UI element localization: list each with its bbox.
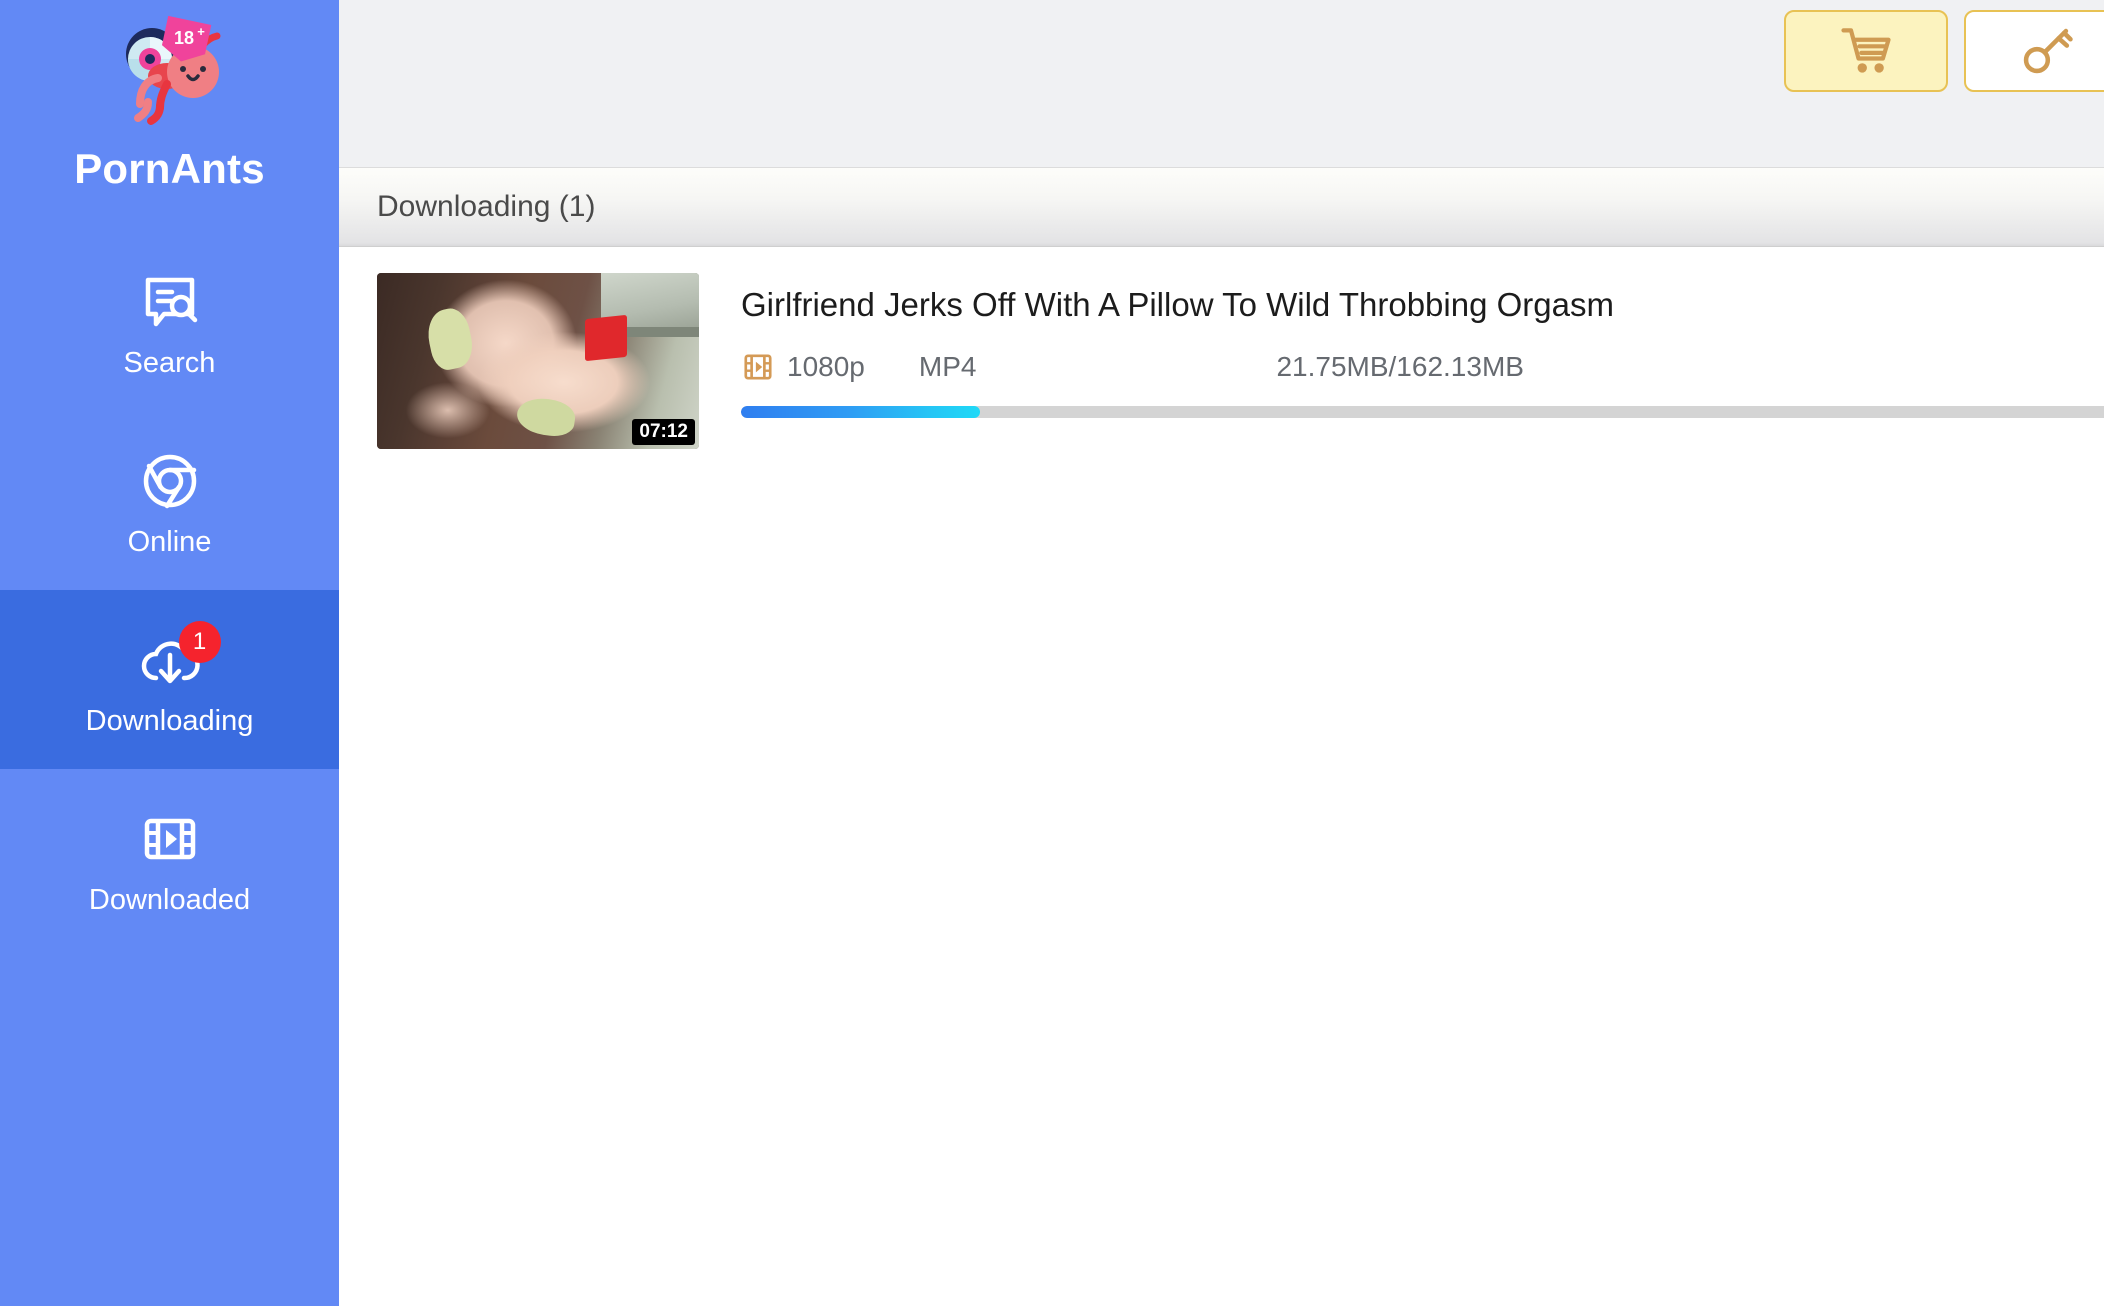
download-info: Girlfriend Jerks Off With A Pillow To Wi…: [699, 273, 2104, 419]
download-list-item: 07:12 Girlfriend Jerks Off With A Pillow…: [339, 247, 2104, 449]
tab-bar: Downloading (1): [339, 168, 2104, 247]
sidebar-item-label-online: Online: [127, 526, 212, 558]
sidebar-item-downloading[interactable]: 1 Downloading: [0, 590, 339, 769]
video-duration-badge: 07:12: [632, 419, 695, 445]
download-list: 07:12 Girlfriend Jerks Off With A Pillow…: [339, 247, 2104, 1306]
sidebar-item-label-downloaded: Downloaded: [88, 884, 251, 916]
app-window: 18 + PornAnts Search Online 1 Downloadin…: [0, 0, 2104, 1306]
downloading-count-badge: 1: [178, 621, 221, 663]
download-format: MP4: [918, 351, 977, 383]
sidebar-nav: Search Online 1 Downloading Downloaded: [0, 232, 339, 948]
download-progress-bar[interactable]: [741, 406, 2104, 419]
chrome-browser-icon: [133, 444, 207, 518]
sidebar: 18 + PornAnts Search Online 1 Downloadin…: [0, 0, 339, 1306]
activation-key-button[interactable]: [1964, 10, 2104, 92]
tab-downloading[interactable]: Downloading (1): [339, 192, 623, 222]
download-quality: 1080p: [787, 351, 865, 383]
download-title[interactable]: Girlfriend Jerks Off With A Pillow To Wi…: [741, 273, 2104, 323]
film-play-icon: [133, 802, 207, 876]
sidebar-item-downloaded[interactable]: Downloaded: [0, 769, 339, 948]
cart-button[interactable]: [1784, 10, 1948, 92]
sidebar-item-search[interactable]: Search: [0, 232, 339, 411]
key-icon: [2023, 28, 2073, 74]
thumbnail-detail-red-object: [585, 314, 627, 362]
film-play-icon-small: [744, 354, 772, 380]
top-bar-actions: [1784, 10, 2104, 92]
main-area: Downloading (1) 07:12 Girlfriend Jerks O…: [339, 0, 2104, 1306]
brand-name: PornAnts: [74, 145, 265, 192]
logo-age-badge-text: 18: [173, 28, 193, 48]
download-progress-fill: [741, 406, 980, 419]
brand: 18 + PornAnts: [0, 0, 339, 190]
quality-group: 1080p: [741, 350, 865, 384]
cloud-download-icon: 1: [133, 621, 221, 697]
download-meta-row: 1080p MP4 21.75MB/162.13MB: [741, 350, 2104, 384]
app-logo-icon: 18 +: [104, 14, 236, 142]
sidebar-item-label-downloading: Downloading: [85, 705, 254, 737]
sidebar-item-online[interactable]: Online: [0, 411, 339, 590]
sidebar-item-label-search: Search: [123, 347, 216, 379]
svg-text:+: +: [197, 24, 205, 39]
video-thumbnail[interactable]: 07:12: [377, 273, 699, 449]
shopping-cart-icon: [1841, 28, 1891, 73]
top-bar: [339, 0, 2104, 168]
download-size: 21.75MB/162.13MB: [1276, 351, 1524, 383]
search-chat-icon: [133, 265, 207, 339]
